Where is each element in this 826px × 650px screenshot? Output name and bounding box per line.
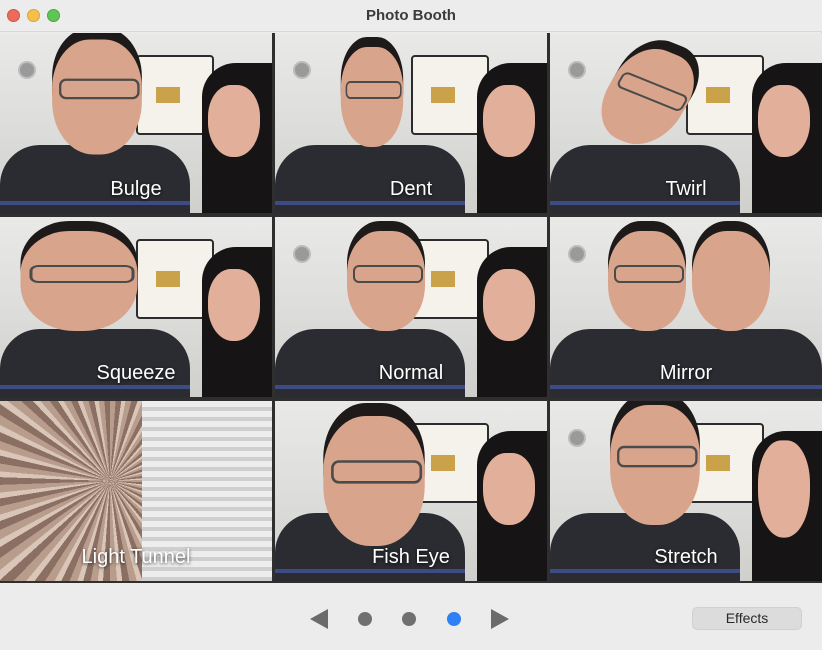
next-page-icon[interactable]	[491, 609, 509, 629]
wall-clock	[568, 61, 586, 79]
bottom-controls: Effects	[0, 583, 822, 650]
person-two-face	[483, 453, 535, 525]
effect-tile-normal[interactable]: Normal	[275, 217, 547, 397]
effect-tile-bulge[interactable]: Bulge	[0, 33, 272, 213]
effect-label: Bulge	[110, 178, 162, 200]
person-one-face	[610, 405, 700, 525]
effect-label: Mirror	[659, 362, 713, 384]
wall-clock	[293, 61, 311, 79]
person-two-face	[483, 85, 535, 157]
person-one-face	[20, 231, 138, 331]
effects-grid: Bulge Dent Twirl Squeeze Normal Mirror L…	[0, 33, 822, 583]
window-title: Photo Booth	[366, 7, 456, 24]
person-one-face	[340, 47, 404, 147]
page-dot-3[interactable]	[447, 612, 461, 626]
effect-tile-dent[interactable]: Dent	[275, 33, 547, 213]
person-two-face	[208, 85, 260, 157]
person-one-face	[608, 231, 686, 331]
person-one-mirrored-face	[692, 231, 770, 331]
photo-booth-window: Photo Booth Bulge Dent Twirl Squeeze Nor…	[0, 0, 822, 650]
person-two-face	[208, 269, 260, 341]
person-two-face	[483, 269, 535, 341]
person-one-face	[347, 231, 425, 331]
effect-tile-mirror[interactable]: Mirror	[550, 217, 822, 397]
previous-page-icon[interactable]	[310, 609, 328, 629]
effect-label: Fish Eye	[372, 546, 450, 568]
effect-tile-light-tunnel[interactable]: Light Tunnel	[0, 401, 272, 581]
effect-tile-squeeze[interactable]: Squeeze	[0, 217, 272, 397]
effect-tile-twirl[interactable]: Twirl	[550, 33, 822, 213]
person-two-face	[758, 85, 810, 157]
title-bar[interactable]: Photo Booth	[0, 0, 822, 32]
effect-label: Squeeze	[96, 362, 176, 384]
page-dot-1[interactable]	[358, 612, 372, 626]
person-two-face	[758, 440, 810, 538]
wall-clock	[568, 429, 586, 447]
effect-label: Normal	[378, 362, 444, 384]
effect-label: Stretch	[654, 546, 718, 568]
wall-clock	[568, 245, 586, 263]
person-one-face	[52, 39, 142, 155]
effect-label: Dent	[389, 178, 433, 200]
wall-clock	[293, 245, 311, 263]
page-dot-2[interactable]	[402, 612, 416, 626]
effect-tile-fish-eye[interactable]: Fish Eye	[275, 401, 547, 581]
effect-label: Twirl	[665, 178, 707, 200]
wall-clock	[18, 61, 36, 79]
effect-tile-stretch[interactable]: Stretch	[550, 401, 822, 581]
person-one-face	[323, 416, 425, 546]
effect-label: Light Tunnel	[81, 546, 191, 568]
effects-button[interactable]: Effects	[692, 607, 802, 630]
